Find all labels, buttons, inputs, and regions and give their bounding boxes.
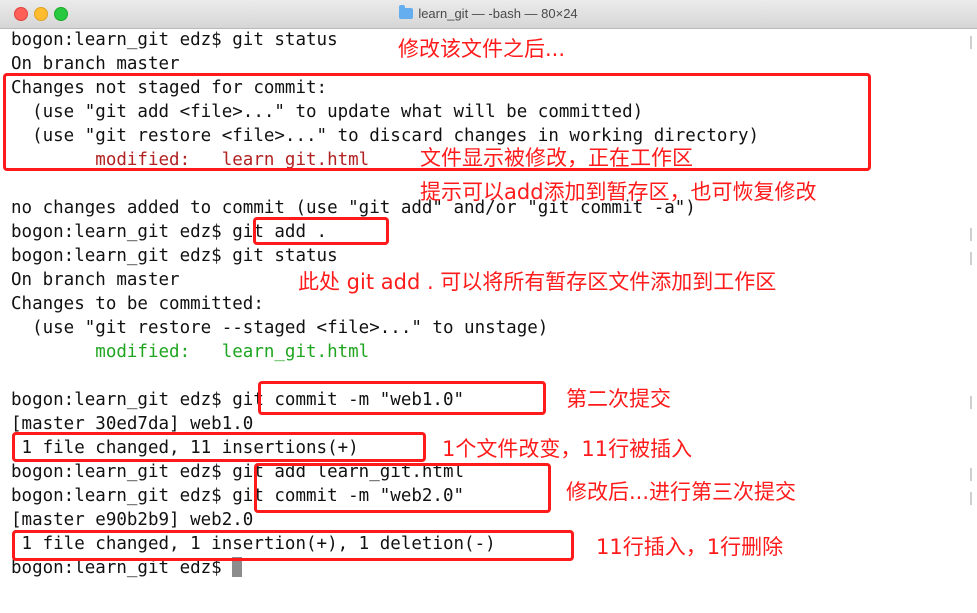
highlight-box-commit-web2 [254,463,551,513]
highlight-box-insertions [12,432,426,462]
annotation-text: 修改后...进行第三次提交 [566,480,797,504]
window-title-text: learn_git — -bash — 80×24 [418,6,578,21]
terminal-window: learn_git — -bash — 80×24 bogon:learn_gi… [0,0,977,613]
highlight-box-insertion-deletion [12,530,574,561]
annotation-text: 文件显示被修改，正在工作区 [420,146,693,170]
highlight-box-git-add [253,217,389,245]
title-bar: learn_git — -bash — 80×24 [0,0,977,29]
terminal-line: bogon:learn_git edz$ git status [11,246,338,266]
annotation-text: 此处 git add . 可以将所有暂存区文件添加到工作区 [298,270,777,294]
scroll-marker [970,396,972,409]
scroll-marker [970,468,972,481]
terminal-line: modified: learn_git.html [11,340,369,364]
prompt: bogon:learn_git edz$ [11,558,233,578]
terminal-line: (use "git restore --staged <file>..." to… [11,318,549,338]
scroll-marker [970,492,972,505]
window-title: learn_git — -bash — 80×24 [0,0,977,28]
staged-file: learn_git.html [221,342,370,362]
scroll-marker [970,252,972,265]
annotation-text: 11行插入，1行删除 [596,535,784,559]
highlight-box-commit-web1 [258,381,546,415]
terminal-line: [master e90b2b9] web2.0 [11,510,254,530]
terminal-line: On branch master [11,270,180,290]
staged-label: modified: [11,342,222,362]
annotation-text: 修改该文件之后... [398,37,566,61]
annotation-text: 1个文件改变，11行被插入 [442,437,693,461]
annotation-text: 提示可以add添加到暂存区，也可恢复修改 [420,180,817,204]
terminal-line: bogon:learn_git edz$ git status [11,30,338,50]
scroll-marker [970,228,972,241]
scroll-marker [970,36,972,49]
folder-icon [399,5,414,19]
terminal-line: Changes to be committed: [11,294,264,314]
annotation-text: 第二次提交 [566,387,671,411]
